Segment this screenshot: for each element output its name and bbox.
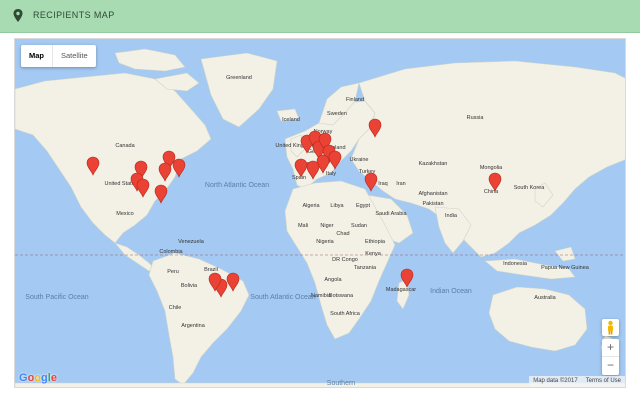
map-type-map-button[interactable]: Map <box>21 45 53 67</box>
ocean-label-north-atlantic-1: North Atlantic Ocean <box>205 182 269 189</box>
country-label: Ukraine <box>350 157 369 163</box>
country-label: Iran <box>396 181 405 187</box>
street-view-pegman-icon[interactable] <box>602 319 619 336</box>
country-label: Iceland <box>282 117 300 123</box>
map-canvas[interactable]: North Atlantic Ocean South Pacific Ocean… <box>14 38 626 388</box>
country-label: Italy <box>326 171 336 177</box>
terms-of-use-link[interactable]: Terms of Use <box>582 376 625 387</box>
country-label: Saudi Arabia <box>375 211 407 217</box>
country-label: Algeria <box>302 203 320 209</box>
world-map[interactable]: North Atlantic Ocean South Pacific Ocean… <box>15 39 626 388</box>
panel-header: RECIPIENTS MAP <box>0 0 640 33</box>
country-label: Brazil <box>204 267 218 273</box>
country-label: South Africa <box>330 311 361 317</box>
country-label: Ethiopia <box>365 239 386 245</box>
google-logo-letter: g <box>41 372 48 384</box>
ocean-label-indian: Indian Ocean <box>430 288 472 295</box>
panel-title: RECIPIENTS MAP <box>33 10 115 20</box>
zoom-control: + − <box>602 339 619 375</box>
country-label: Greenland <box>226 75 252 81</box>
country-label: Madagascar <box>386 287 416 293</box>
country-label: Indonesia <box>503 261 528 267</box>
ocean-label-south-pacific: South Pacific Ocean <box>25 294 89 301</box>
country-label: Pakistan <box>422 201 443 207</box>
ocean-label-south-atlantic: South Atlantic Ocean <box>250 294 315 301</box>
country-label: Finland <box>346 97 364 103</box>
country-label: Australia <box>534 295 556 301</box>
north-america-land <box>15 72 212 244</box>
country-label: Botswana <box>329 293 354 299</box>
country-label: Colombia <box>159 249 183 255</box>
country-label: Chile <box>169 305 182 311</box>
map-attribution: Map data ©2017 Terms of Use <box>529 376 625 387</box>
country-label: Mongolia <box>480 165 503 171</box>
country-label: South Korea <box>514 185 546 191</box>
location-marker[interactable] <box>364 172 378 192</box>
central-america-land <box>114 242 156 272</box>
zoom-in-button[interactable]: + <box>602 339 619 357</box>
country-label: Sweden <box>327 111 347 117</box>
country-label: Libya <box>330 203 344 209</box>
country-label: Canada <box>115 143 135 149</box>
greenland-land <box>200 52 278 128</box>
country-label: Egypt <box>356 203 371 209</box>
country-label: Kenya <box>365 251 382 257</box>
country-label: DR Congo <box>332 257 358 263</box>
map-pin-icon <box>13 9 23 22</box>
country-label: Papua New Guinea <box>541 265 590 271</box>
zoom-out-button[interactable]: − <box>602 357 619 375</box>
country-label: Nigeria <box>316 239 334 245</box>
map-data-label: Map data ©2017 <box>533 378 578 384</box>
country-label: India <box>445 213 458 219</box>
country-label: Russia <box>467 115 485 121</box>
country-label: Peru <box>167 269 179 275</box>
map-type-control: Map Satellite <box>21 45 96 67</box>
country-label: Iraq <box>378 181 387 187</box>
country-label: Kazakhstan <box>419 161 448 167</box>
country-label: Mexico <box>116 211 133 217</box>
country-label: Niger <box>320 223 333 229</box>
country-label: Bolivia <box>181 283 198 289</box>
country-label: China <box>484 189 499 195</box>
google-logo[interactable]: Google <box>19 372 57 384</box>
ocean-label-southern: Southern <box>327 380 356 387</box>
country-label: Mali <box>298 223 308 229</box>
country-label: Angola <box>324 277 342 283</box>
country-label: Sudan <box>351 223 367 229</box>
country-label: Chad <box>336 231 349 237</box>
country-label: Venezuela <box>178 239 205 245</box>
arctic-islands-land <box>114 48 186 72</box>
country-label: Argentina <box>181 323 205 329</box>
country-label: Afghanistan <box>418 191 447 197</box>
google-logo-letter: e <box>50 372 57 384</box>
country-label: Tanzania <box>354 265 377 271</box>
country-label: Spain <box>292 175 306 181</box>
google-logo-letter: G <box>19 372 28 384</box>
location-marker[interactable] <box>154 184 168 204</box>
map-type-satellite-button[interactable]: Satellite <box>53 45 96 67</box>
